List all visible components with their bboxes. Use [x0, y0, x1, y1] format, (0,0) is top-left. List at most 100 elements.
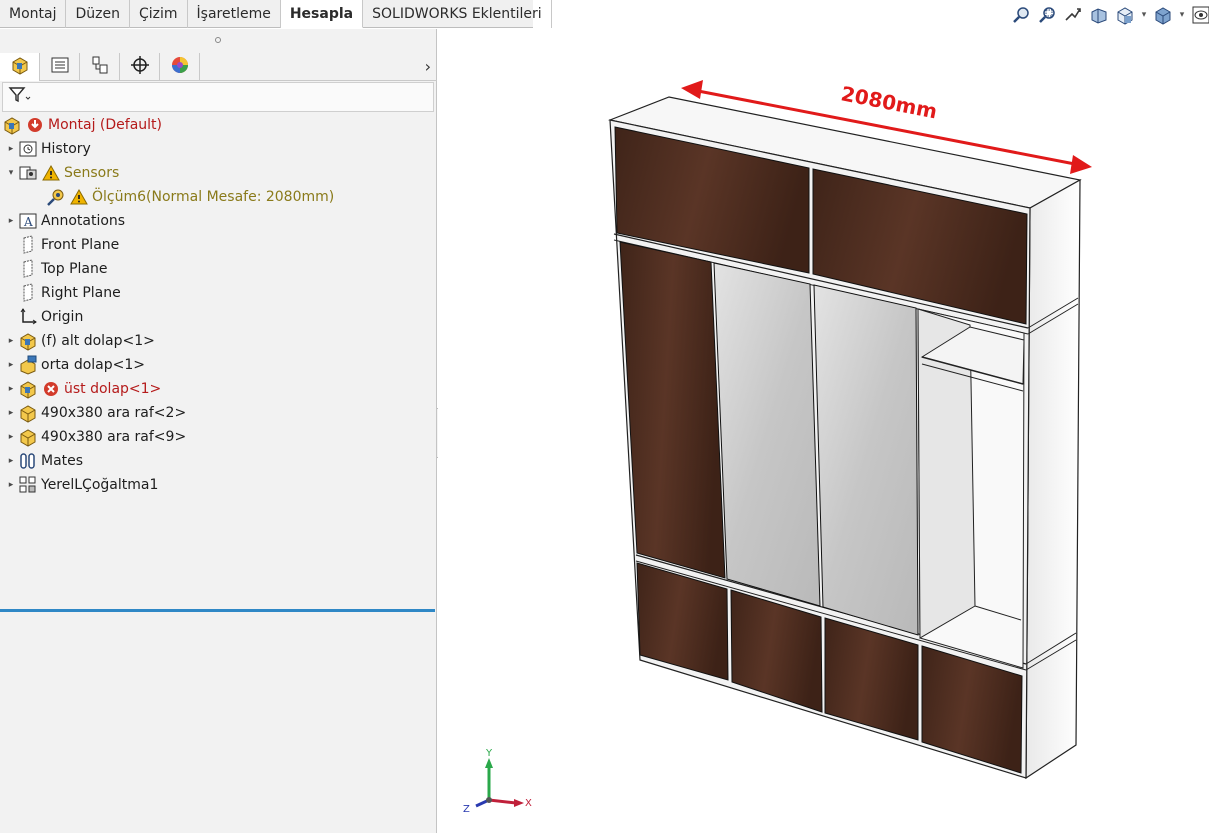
- dimension-label: 2080mm: [839, 81, 939, 123]
- tree-item-label: Right Plane: [41, 285, 121, 301]
- origin-icon: [18, 307, 38, 327]
- rebuild-error-icon: [25, 115, 45, 135]
- filter-icon[interactable]: [7, 85, 31, 109]
- configuration-icon: [90, 55, 110, 79]
- part-icon: [18, 427, 38, 447]
- dimxpert-tab[interactable]: [120, 53, 160, 81]
- graphics-area[interactable]: 2080mm Y X Z: [438, 29, 1209, 833]
- tree-item-alt-dolap[interactable]: ▸ (f) alt dolap<1>: [0, 329, 437, 353]
- model-view: 2080mm Y X Z: [463, 80, 1092, 815]
- feature-manager-panel: › Montaj (Default) ▸ History ▾ Sensors Ö…: [0, 29, 437, 833]
- annotations-icon: A: [18, 211, 38, 231]
- chevron-down-icon[interactable]: ▾: [1140, 10, 1148, 20]
- plane-icon: [18, 235, 38, 255]
- zoom-to-fit-icon[interactable]: [1010, 4, 1032, 26]
- collapse-arrow-icon[interactable]: ▾: [4, 166, 18, 180]
- tree-filter[interactable]: [2, 82, 434, 112]
- tree-item-ust-dolap[interactable]: ▸ üst dolap<1>: [0, 377, 437, 401]
- command-manager-tabs: Montaj Düzen Çizim İşaretleme Hesapla SO…: [0, 0, 552, 28]
- hide-show-icon[interactable]: [1190, 4, 1209, 26]
- view-orientation-icon[interactable]: [1114, 4, 1136, 26]
- expand-arrow-icon[interactable]: ▸: [4, 454, 18, 468]
- expand-arrow-icon[interactable]: ▸: [4, 406, 18, 420]
- tree-item-ara-raf-2[interactable]: ▸ 490x380 ara raf<2>: [0, 401, 437, 425]
- crosshair-icon: [130, 55, 150, 79]
- subassembly-icon: [18, 331, 38, 351]
- tab-cizim[interactable]: Çizim: [130, 0, 188, 28]
- error-icon: [41, 379, 61, 399]
- svg-text:A: A: [23, 215, 33, 229]
- tab-isaretleme[interactable]: İşaretleme: [188, 0, 281, 28]
- assembly-icon: [10, 55, 30, 79]
- reference-triad: Y X Z: [463, 748, 532, 815]
- expand-arrow-icon[interactable]: ▸: [4, 334, 18, 348]
- chevron-right-icon[interactable]: ›: [425, 57, 431, 76]
- tree-item-label: 490x380 ara raf<2>: [41, 405, 187, 421]
- tree-item-annotations[interactable]: ▸ A Annotations: [0, 209, 437, 233]
- expand-arrow-icon[interactable]: ▸: [4, 430, 18, 444]
- tree-item-label: Ölçüm6(Normal Mesafe: 2080mm): [92, 189, 335, 205]
- measure-sensor-icon: [46, 187, 66, 207]
- axis-z-label: Z: [463, 804, 470, 815]
- tree-item-label: Sensors: [64, 165, 120, 181]
- previous-view-icon[interactable]: [1062, 4, 1084, 26]
- displaymanager-tab[interactable]: [160, 53, 200, 81]
- history-icon: [18, 139, 38, 159]
- tree-item-label: Mates: [41, 453, 84, 469]
- tree-item-local-pattern[interactable]: ▸ YerelLÇoğaltma1: [0, 473, 437, 497]
- part-icon: [18, 403, 38, 423]
- expand-arrow-icon[interactable]: ▸: [4, 142, 18, 156]
- featuremanager-tab[interactable]: [0, 53, 40, 81]
- property-list-icon: [50, 55, 70, 79]
- subassembly-icon: [18, 379, 38, 399]
- expand-arrow-icon[interactable]: ▸: [4, 214, 18, 228]
- propertymanager-tab[interactable]: [40, 53, 80, 81]
- display-style-icon[interactable]: [1152, 4, 1174, 26]
- panel-grip[interactable]: [0, 29, 436, 51]
- tree-item-label: 490x380 ara raf<9>: [41, 429, 187, 445]
- tree-item-measure-sensor[interactable]: Ölçüm6(Normal Mesafe: 2080mm): [0, 185, 437, 209]
- tree-root-assembly[interactable]: Montaj (Default): [0, 113, 437, 137]
- tree-item-orta-dolap[interactable]: ▸ orta dolap<1>: [0, 353, 437, 377]
- tree-item-history[interactable]: ▸ History: [0, 137, 437, 161]
- configurationmanager-tab[interactable]: [80, 53, 120, 81]
- chevron-down-icon[interactable]: ▾: [1178, 10, 1186, 20]
- sensors-folder-icon: [18, 163, 38, 183]
- tree-item-top-plane[interactable]: Top Plane: [0, 257, 437, 281]
- mates-icon: [18, 451, 38, 471]
- tree-item-ara-raf-9[interactable]: ▸ 490x380 ara raf<9>: [0, 425, 437, 449]
- plane-icon: [18, 283, 38, 303]
- tree-item-label: History: [41, 141, 91, 157]
- warning-icon: [69, 187, 89, 207]
- tree-item-front-plane[interactable]: Front Plane: [0, 233, 437, 257]
- tree-item-label: Origin: [41, 309, 84, 325]
- manager-tabs: ›: [0, 53, 437, 81]
- tab-solidworks-eklentileri[interactable]: SOLIDWORKS Eklentileri: [363, 0, 552, 28]
- heads-up-view-toolbar: ▾ ▾: [1010, 2, 1209, 28]
- tree-item-label: Annotations: [41, 213, 126, 229]
- tree-item-sensors[interactable]: ▾ Sensors: [0, 161, 437, 185]
- tab-montaj[interactable]: Montaj: [0, 0, 67, 28]
- plane-icon: [18, 259, 38, 279]
- expand-arrow-icon[interactable]: ▸: [4, 478, 18, 492]
- axis-y-label: Y: [485, 748, 493, 759]
- tree-item-label: Front Plane: [41, 237, 120, 253]
- tab-duzen[interactable]: Düzen: [66, 0, 130, 28]
- axis-x-label: X: [525, 798, 532, 809]
- expand-arrow-icon[interactable]: ▸: [4, 358, 18, 372]
- tree-item-label: orta dolap<1>: [41, 357, 146, 373]
- rollback-bar[interactable]: [0, 609, 435, 612]
- appearance-sphere-icon: [170, 55, 190, 79]
- tree-item-right-plane[interactable]: Right Plane: [0, 281, 437, 305]
- local-pattern-icon: [18, 475, 38, 495]
- tree-root-label: Montaj (Default): [48, 117, 163, 133]
- tab-hesapla[interactable]: Hesapla: [280, 0, 364, 28]
- section-view-icon[interactable]: [1088, 4, 1110, 26]
- tree-item-origin[interactable]: Origin: [0, 305, 437, 329]
- warning-icon: [41, 163, 61, 183]
- zoom-to-area-icon[interactable]: [1036, 4, 1058, 26]
- tree-item-label: (f) alt dolap<1>: [41, 333, 155, 349]
- expand-arrow-icon[interactable]: ▸: [4, 382, 18, 396]
- tree-item-mates[interactable]: ▸ Mates: [0, 449, 437, 473]
- feature-tree: Montaj (Default) ▸ History ▾ Sensors Ölç…: [0, 113, 437, 612]
